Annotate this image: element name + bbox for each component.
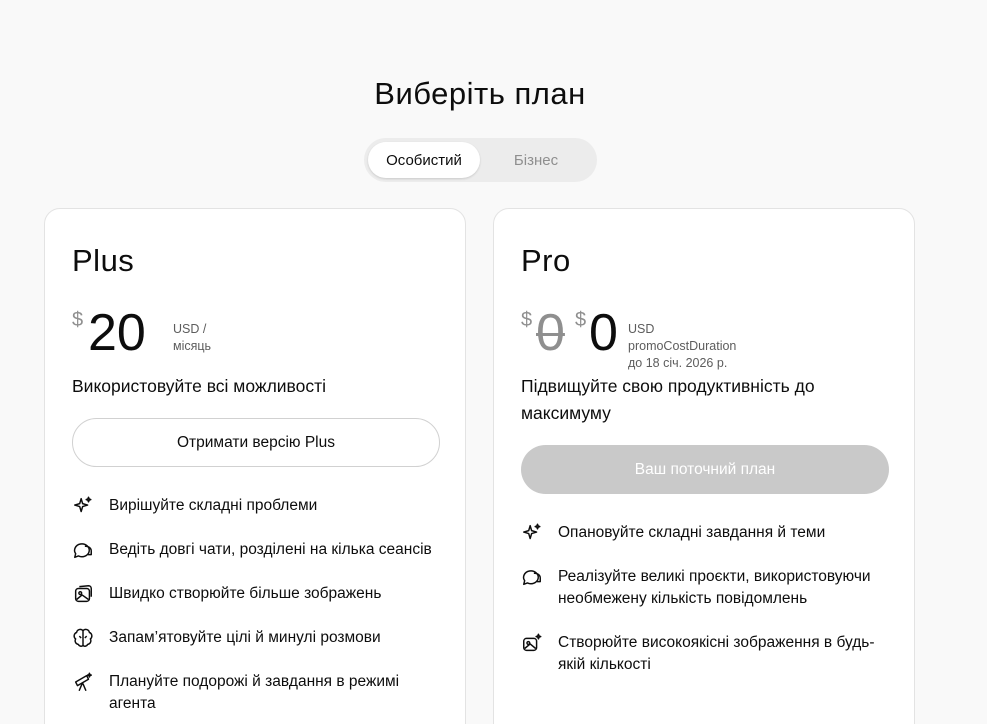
image-icon: [74, 585, 92, 603]
price-note-line: до 18 січ. 2026 р.: [628, 356, 728, 370]
page-title: Виберіть план: [374, 76, 586, 111]
current-plan-button[interactable]: Ваш поточний план: [521, 445, 889, 494]
feature-text: Опановуйте складні завдання й теми: [558, 524, 826, 541]
plan-type-switch: Особистий Бізнес: [364, 138, 597, 182]
plan-name: Pro: [521, 243, 571, 278]
price-note: USD promoCostDuration до 18 січ. 2026 р.: [628, 321, 736, 372]
price-note-line: місяць: [173, 339, 212, 353]
feature-item: Вирішуйте складні проблеми: [72, 495, 442, 517]
price-note-line: USD /: [173, 322, 207, 336]
plan-name: Plus: [72, 243, 135, 278]
sparkles-icon: [523, 523, 541, 540]
plan-tagline: Підвищуйте свою продуктивність до максим…: [521, 376, 815, 423]
feature-text: Реалізуйте великі проєкти, використовуюч…: [558, 568, 871, 607]
feature-text: Швидко створюйте більше зображень: [109, 585, 382, 602]
feature-item: Запам’ятовуйте цілі й минулі розмови: [72, 627, 442, 649]
feature-item: Опановуйте складні завдання й теми: [521, 522, 891, 544]
feature-item: Плануйте подорожі й завдання в режимі аг…: [72, 671, 442, 715]
feature-text: Плануйте подорожі й завдання в режимі аг…: [109, 673, 400, 712]
chat-bubbles-icon: [522, 570, 541, 586]
plan-picker-page: Виберіть план Особистий Бізнес Plus $ 20…: [0, 0, 987, 724]
old-price-amount: 0: [536, 304, 565, 362]
feature-list: Вирішуйте складні проблеми Ведіть довгі …: [72, 495, 442, 724]
plan-tagline: Використовуйте всі можливості: [72, 376, 327, 396]
price-amount: 20: [88, 304, 146, 362]
feature-text: Створюйте високоякісні зображення в будь…: [558, 634, 875, 673]
plan-card-plus: Plus $ 20 USD / місяць Використовуйте вс…: [44, 208, 466, 724]
price-note-line: USD promoCostDuration: [628, 322, 737, 353]
sparkles-icon: [74, 496, 92, 513]
feature-text: Запам’ятовуйте цілі й минулі розмови: [109, 629, 381, 646]
image-sparkle-icon: [523, 633, 542, 652]
currency-symbol: $: [521, 309, 533, 331]
brain-icon: [73, 628, 93, 647]
tab-personal[interactable]: Особистий: [368, 142, 480, 178]
telescope-icon: [74, 672, 92, 691]
currency-symbol: $: [575, 309, 587, 331]
price-amount: 0: [589, 304, 618, 362]
tab-business[interactable]: Бізнес: [480, 142, 592, 178]
feature-list: Опановуйте складні завдання й теми Реалі…: [521, 522, 891, 698]
feature-text: Вирішуйте складні проблеми: [109, 497, 318, 514]
feature-item: Ведіть довгі чати, розділені на кілька с…: [72, 539, 442, 561]
feature-item: Реалізуйте великі проєкти, використовуюч…: [521, 566, 891, 610]
plan-card-pro: Pro $ 0 $ 0 USD promoCostDuration до 18 …: [493, 208, 915, 724]
feature-item: Швидко створюйте більше зображень: [72, 583, 442, 605]
price-note: USD / місяць: [173, 321, 211, 355]
feature-item: Створюйте високоякісні зображення в будь…: [521, 632, 891, 676]
feature-text: Ведіть довгі чати, розділені на кілька с…: [109, 541, 432, 558]
chat-bubbles-icon: [73, 543, 92, 559]
currency-symbol: $: [72, 309, 84, 331]
get-plus-button[interactable]: Отримати версію Plus: [72, 418, 440, 467]
